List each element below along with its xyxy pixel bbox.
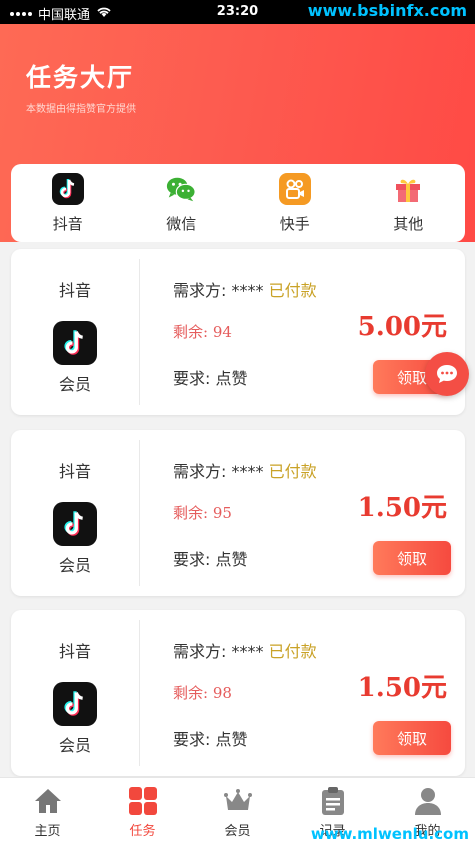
gift-icon	[392, 173, 424, 205]
tab-member[interactable]: 会员	[190, 778, 285, 845]
task-remaining: 剩余: 94	[173, 323, 232, 341]
task-platform: 抖音	[58, 462, 91, 481]
grid-icon	[128, 786, 158, 816]
task-demand: 需求方: **** 已付款	[173, 638, 317, 662]
task-card: 抖音 会员 需求方: **** 已付款 剩余: 95 1.50元 要求: 点赞 …	[11, 430, 465, 596]
platform-kuaishou[interactable]: 快手	[238, 164, 352, 242]
demand-label: 需求方: ****	[173, 462, 264, 481]
tab-home[interactable]: 主页	[0, 778, 95, 845]
task-member-tier: 会员	[58, 736, 91, 755]
payment-status: 已付款	[268, 281, 317, 300]
wechat-icon	[165, 173, 197, 205]
douyin-icon	[53, 682, 97, 726]
status-bar: 中国联通 23:20 www.bsbinfx.com	[0, 0, 475, 24]
task-card: 抖音 会员 需求方: **** 已付款 剩余: 94 5.00元 要求: 点赞 …	[11, 249, 465, 415]
task-demand: 需求方: **** 已付款	[173, 458, 317, 482]
task-member-tier: 会员	[58, 556, 91, 575]
douyin-icon	[53, 321, 97, 365]
header: 任务大厅 本数据由得指赞官方提供 抖音 微信 快手 其他	[0, 24, 475, 242]
claim-button[interactable]: 领取	[373, 721, 451, 755]
divider	[139, 620, 140, 766]
bottom-tab-bar: 主页 任务 会员 记录 我的 www.mlwenlu.com	[0, 777, 475, 845]
user-icon	[413, 786, 443, 816]
platform-label: 微信	[166, 215, 197, 233]
chat-bubble-icon	[437, 365, 457, 383]
tab-label: 主页	[34, 824, 61, 839]
tab-tasks[interactable]: 任务	[95, 778, 190, 845]
divider	[139, 440, 140, 586]
platform-other[interactable]: 其他	[352, 164, 466, 242]
watermark-bottom: www.mlwenlu.com	[310, 825, 469, 843]
platform-selector: 抖音 微信 快手 其他	[11, 164, 465, 242]
tab-label: 会员	[224, 824, 251, 839]
task-card: 抖音 会员 需求方: **** 已付款 剩余: 98 1.50元 要求: 点赞 …	[11, 610, 465, 776]
douyin-icon	[53, 502, 97, 546]
task-remaining: 剩余: 98	[173, 684, 232, 702]
payment-status: 已付款	[268, 462, 317, 481]
page-title: 任务大厅	[26, 63, 135, 92]
crown-icon	[223, 786, 253, 816]
task-requirement: 要求: 点赞	[173, 550, 248, 569]
payment-status: 已付款	[268, 642, 317, 661]
tab-label: 任务	[129, 824, 156, 839]
demand-label: 需求方: ****	[173, 281, 264, 300]
platform-label: 其他	[393, 215, 424, 233]
platform-label: 快手	[279, 215, 310, 233]
divider	[139, 259, 140, 405]
platform-douyin[interactable]: 抖音	[11, 164, 125, 242]
task-member-tier: 会员	[58, 375, 91, 394]
platform-label: 抖音	[52, 215, 83, 233]
demand-label: 需求方: ****	[173, 642, 264, 661]
page-subtitle: 本数据由得指赞官方提供	[26, 104, 136, 115]
task-remaining: 剩余: 95	[173, 504, 232, 522]
clipboard-icon	[318, 786, 348, 816]
task-price: 5.00元	[357, 312, 447, 342]
claim-button[interactable]: 领取	[373, 541, 451, 575]
home-icon	[33, 786, 63, 816]
chat-button[interactable]	[425, 352, 469, 396]
douyin-icon	[51, 173, 84, 205]
task-price: 1.50元	[357, 673, 447, 703]
task-requirement: 要求: 点赞	[173, 369, 248, 388]
task-price: 1.50元	[357, 493, 447, 523]
kuaishou-icon	[278, 173, 311, 205]
task-platform: 抖音	[58, 642, 91, 661]
watermark-top: www.bsbinfx.com	[307, 1, 467, 20]
task-platform: 抖音	[58, 281, 91, 300]
platform-wechat[interactable]: 微信	[125, 164, 239, 242]
task-demand: 需求方: **** 已付款	[173, 277, 317, 301]
task-requirement: 要求: 点赞	[173, 730, 248, 749]
